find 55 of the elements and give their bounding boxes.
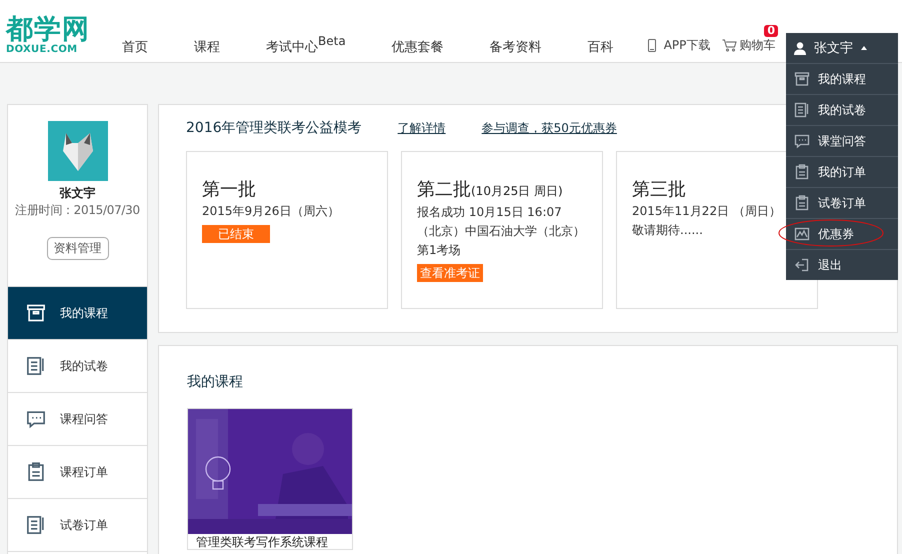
user-menu-item[interactable]: 退出 bbox=[786, 249, 898, 280]
user-menu-item[interactable]: 优惠券 bbox=[786, 218, 898, 249]
batch-info: 敬请期待...... bbox=[632, 222, 703, 239]
nav-link[interactable]: 百科 bbox=[576, 38, 626, 56]
avatar bbox=[48, 121, 108, 181]
nav-link[interactable]: 备考资料 bbox=[478, 38, 554, 56]
app-download-link[interactable]: APP下载 bbox=[664, 37, 710, 54]
registration-date: 注册时间：2015/07/30 bbox=[15, 202, 140, 219]
batch-info: 2015年9月26日（周六） bbox=[202, 203, 340, 220]
user-name: 张文宇 bbox=[60, 185, 96, 202]
cart-link[interactable]: 购物车 bbox=[739, 37, 776, 54]
sidebar-item[interactable]: 我的试卷 bbox=[8, 340, 147, 393]
sidebar-item-icon bbox=[26, 409, 46, 429]
batch-title: 第一批 bbox=[202, 178, 257, 202]
sidebar-item[interactable]: 课程问答 bbox=[8, 393, 147, 446]
section-title: 我的课程 bbox=[187, 373, 244, 391]
user-menu-item[interactable]: 我的试卷 bbox=[786, 94, 898, 125]
batch-title: 第三批 bbox=[632, 178, 687, 202]
status-tag: 已结束 bbox=[202, 225, 270, 243]
sidebar-item-icon bbox=[26, 515, 46, 535]
menu-item-icon bbox=[794, 257, 810, 273]
batch-info: 报名成功 10月15日 16:07 bbox=[417, 204, 562, 221]
user-menu-item[interactable]: 课堂问答 bbox=[786, 125, 898, 156]
exam-link[interactable]: 参与调查，获50元优惠券 bbox=[482, 120, 617, 137]
nav-link[interactable]: 优惠套餐 bbox=[380, 38, 456, 56]
user-menu-item[interactable]: 我的订单 bbox=[786, 156, 898, 187]
cart-icon bbox=[722, 39, 738, 52]
phone-icon bbox=[648, 39, 656, 52]
menu-item-icon bbox=[794, 71, 810, 87]
exam-title: 2016年管理类联考公益模考 bbox=[186, 119, 362, 137]
batch-info: 2015年11月22日 （周日） bbox=[632, 203, 781, 220]
menu-item-icon bbox=[794, 195, 810, 211]
exam-link[interactable]: 了解详情 bbox=[398, 120, 446, 137]
menu-item-icon bbox=[794, 226, 810, 242]
course-title[interactable]: 管理类联考写作系统课程 bbox=[188, 534, 352, 549]
batch-title: 第二批(10月25日 周日) bbox=[417, 178, 564, 202]
sidebar-item[interactable]: 试卷订单 bbox=[8, 499, 147, 552]
user-menu-item[interactable]: 我的课程 bbox=[786, 63, 898, 94]
batch-info: 第1考场 bbox=[417, 242, 461, 259]
nav-link[interactable]: 首页 bbox=[110, 38, 160, 56]
profile-manage-button[interactable]: 资料管理 bbox=[46, 237, 108, 260]
sidebar-item[interactable]: 课程订单 bbox=[8, 446, 147, 499]
user-icon bbox=[794, 42, 806, 54]
cart-count-badge: 0 bbox=[764, 25, 778, 37]
menu-item-icon bbox=[794, 133, 810, 149]
sidebar-item-icon bbox=[26, 462, 46, 482]
sidebar-item-icon bbox=[26, 356, 46, 376]
logo-subtitle: DOXUE.COM bbox=[6, 44, 78, 55]
sidebar-item[interactable]: 我的课程 bbox=[8, 287, 147, 340]
menu-item-icon bbox=[794, 164, 810, 180]
batch-info: （北京）中国石油大学（北京） bbox=[417, 223, 585, 240]
nav-link[interactable]: 课程 bbox=[182, 38, 232, 56]
user-menu-item[interactable]: 试卷订单 bbox=[786, 187, 898, 218]
menu-item-icon bbox=[794, 102, 810, 118]
sidebar-item-icon bbox=[26, 303, 46, 323]
